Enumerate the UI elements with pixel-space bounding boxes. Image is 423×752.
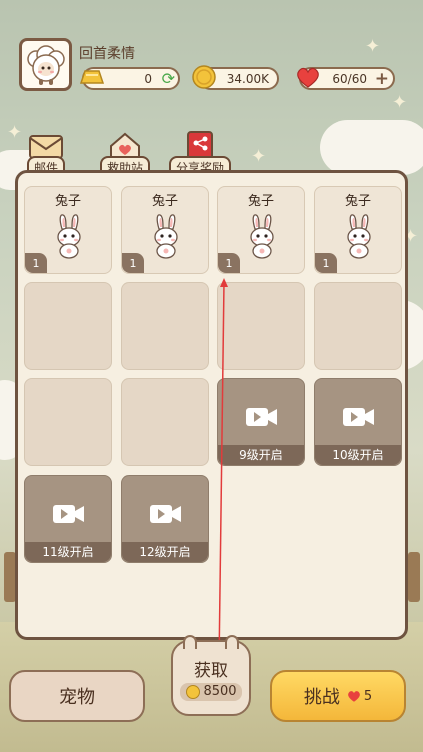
challenge-label: 挑战 xyxy=(303,687,340,708)
locked-slot[interactable]: 10级开启 xyxy=(314,378,402,466)
sparkle-icon: ✦ xyxy=(251,146,267,167)
sheep-icon xyxy=(26,44,65,85)
unlock-level-label: 9级开启 xyxy=(218,445,304,465)
coin-icon xyxy=(192,65,216,89)
empty-slot[interactable] xyxy=(121,378,209,466)
exchange-icon[interactable]: ⟳ xyxy=(162,69,175,88)
locked-slot[interactable]: 9级开启 xyxy=(217,378,305,466)
gold-bar-icon xyxy=(79,70,105,84)
pet-name: 兔子 xyxy=(344,194,371,209)
video-icon xyxy=(343,408,374,426)
empty-slot[interactable] xyxy=(314,282,402,370)
cloud xyxy=(320,120,423,175)
challenge-cost: 5 xyxy=(346,688,372,704)
pet-slot[interactable]: 兔子 1 xyxy=(121,186,209,274)
pet-slot[interactable]: 兔子 1 xyxy=(217,186,305,274)
video-icon xyxy=(246,408,277,426)
empty-slot[interactable] xyxy=(24,378,112,466)
pet-count: 1 xyxy=(315,253,337,273)
get-pet-button[interactable]: 获取 8500 xyxy=(171,635,251,716)
get-pet-label: 获取 xyxy=(194,660,228,681)
empty-slot[interactable] xyxy=(24,282,112,370)
pet-slot-panel: 兔子 1 兔子 1 兔子 1 兔子 1 9级开启 10级开启 11级开启 12级… xyxy=(15,170,408,640)
pet-name: 兔子 xyxy=(247,194,274,209)
heart-value: 60/60 xyxy=(332,71,367,86)
add-hearts-button[interactable]: + xyxy=(375,70,389,89)
pet-count: 1 xyxy=(122,253,144,273)
sparkle-icon: ✦ xyxy=(365,36,381,57)
ear-decoration xyxy=(225,635,239,649)
gold-bar-value: 0 xyxy=(144,71,152,86)
pet-name: 兔子 xyxy=(151,194,178,209)
fence-post xyxy=(408,552,420,602)
coin-value: 34.00K xyxy=(226,71,269,86)
ear-decoration xyxy=(183,635,197,649)
pet-slot[interactable]: 兔子 1 xyxy=(24,186,112,274)
pet-name: 兔子 xyxy=(54,194,81,209)
bunny-icon xyxy=(57,214,81,259)
unlock-level-label: 10级开启 xyxy=(315,445,401,465)
empty-slot[interactable] xyxy=(217,282,305,370)
bunny-icon xyxy=(154,214,178,259)
coin-icon xyxy=(186,684,201,699)
video-icon xyxy=(150,505,181,523)
pet-button[interactable]: 宠物 xyxy=(9,670,145,722)
pet-count: 1 xyxy=(218,253,240,273)
unlock-level-label: 12级开启 xyxy=(122,542,208,562)
pet-count: 1 xyxy=(25,253,47,273)
username: 回首柔情 xyxy=(79,46,135,62)
unlock-level-label: 11级开启 xyxy=(25,542,111,562)
heart-icon xyxy=(297,67,319,88)
get-pet-cost: 8500 xyxy=(180,682,242,701)
empty-slot[interactable] xyxy=(121,282,209,370)
heart-icon xyxy=(347,691,360,702)
video-icon xyxy=(53,505,84,523)
locked-slot[interactable]: 11级开启 xyxy=(24,475,112,563)
sparkle-icon: ✦ xyxy=(392,92,408,113)
locked-slot[interactable]: 12级开启 xyxy=(121,475,209,563)
sparkle-icon: ✦ xyxy=(7,122,23,143)
bunny-icon xyxy=(347,214,371,259)
bunny-icon xyxy=(250,214,274,259)
get-pet-cost-value: 8500 xyxy=(203,684,237,699)
challenge-cost-value: 5 xyxy=(363,688,373,704)
challenge-button[interactable]: 挑战 5 xyxy=(270,670,406,722)
pet-slot[interactable]: 兔子 1 xyxy=(314,186,402,274)
avatar[interactable] xyxy=(19,38,72,91)
